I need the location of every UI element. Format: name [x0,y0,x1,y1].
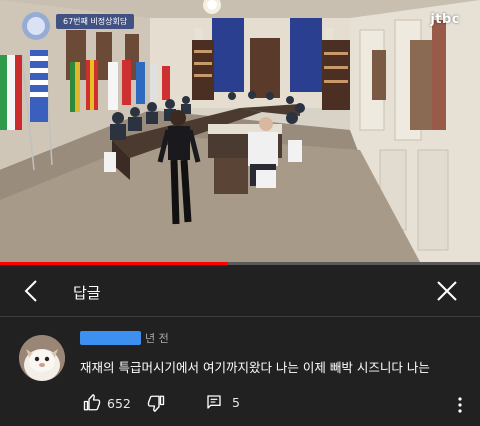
like-button[interactable]: 652 [83,394,131,412]
author-name-redacted[interactable] [80,331,141,345]
avatar[interactable] [19,335,65,381]
video-frame-scene [0,0,480,262]
channel-logo: jtbc [430,12,460,27]
youtube-reply-screen: 67번째 비정상회담 jtbc 답글 년 전 재재의 특급머시기에서 여기까지왔… [0,0,480,426]
comment-icon [207,395,221,409]
thumb-down-icon [147,395,165,412]
chevron-left-icon [24,280,37,302]
video-player[interactable]: 67번째 비정상회담 jtbc [0,0,480,262]
comment-item: 년 전 재재의 특급머시기에서 여기까지왔다 나는 이제 빼박 시즈니다 나는 … [0,318,480,426]
comment-actions: 652 5 [80,394,470,416]
reply-panel-title: 답글 [73,284,101,302]
close-icon [437,281,457,301]
reply-count: 5 [232,394,240,410]
replies-button[interactable]: 5 [206,394,240,410]
more-vert-icon [458,397,462,413]
cat-avatar-image [19,335,65,381]
more-options-button[interactable] [454,394,466,416]
thumb-up-icon [83,394,101,411]
like-count: 652 [107,395,131,411]
back-button[interactable] [16,278,46,304]
comment-timestamp: 년 전 [145,332,169,345]
comment-text: 재재의 특급머시기에서 여기까지왔다 나는 이제 빼박 시즈니다 나는 [80,360,430,375]
close-button[interactable] [434,278,460,304]
video-caption: 67번째 비정상회담 [56,14,135,29]
reply-panel-header: 답글 [0,265,480,317]
dislike-button[interactable] [147,394,165,412]
